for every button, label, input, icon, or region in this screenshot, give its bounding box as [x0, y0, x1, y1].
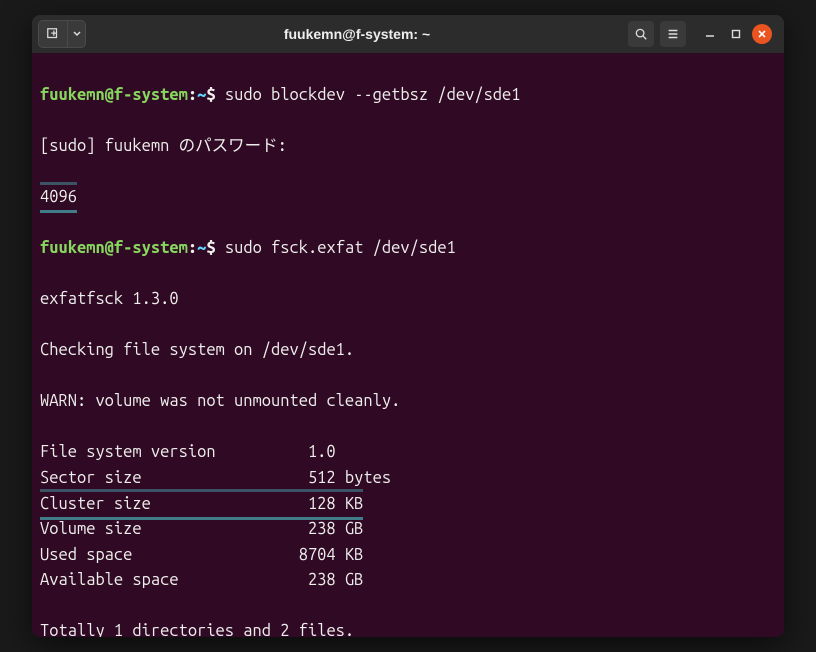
- titlebar-right-group: [628, 21, 778, 47]
- tab-dropdown-button[interactable]: [67, 21, 85, 47]
- fsck-row-value: 238: [271, 568, 336, 594]
- prompt-sigil: $: [206, 86, 215, 104]
- fsck-row: Volume size238 GB: [40, 517, 776, 543]
- titlebar-left-group: [38, 20, 86, 48]
- fsck-row-label: Used space: [40, 543, 271, 569]
- fsck-row: Available space238 GB: [40, 568, 776, 594]
- fsck-row-value: 512: [271, 466, 336, 492]
- terminal-content[interactable]: fuukemn@f-system:~$ sudo blockdev --getb…: [32, 53, 784, 637]
- titlebar: fuukemn@f-system: ~: [32, 15, 784, 53]
- fsck-row-unit: GB: [336, 571, 364, 589]
- fsck-row-label: File system version: [40, 440, 271, 466]
- prompt-path: ~: [197, 239, 206, 257]
- minimize-icon: [705, 29, 715, 39]
- fsck-row-unit: KB: [336, 495, 364, 513]
- fsck-stats: File system version1.0Sector size512 byt…: [40, 440, 776, 593]
- fsck-row: Cluster size128 KB: [40, 492, 363, 518]
- fsck-row-label: Cluster size: [40, 492, 271, 518]
- prompt-user: fuukemn@f-system: [40, 239, 188, 257]
- maximize-icon: [731, 29, 741, 39]
- fsck-row-label: Sector size: [40, 466, 271, 492]
- fsck-row-unit: KB: [336, 546, 364, 564]
- fsck-row-value: 1.0: [271, 440, 336, 466]
- fsck-checking: Checking file system on /dev/sde1.: [40, 338, 776, 364]
- hamburger-icon: [666, 27, 680, 41]
- command-1: sudo blockdev --getbsz /dev/sde1: [225, 86, 521, 104]
- fsck-row: File system version1.0: [40, 440, 776, 466]
- search-icon: [634, 27, 648, 41]
- terminal-window: fuukemn@f-system: ~: [32, 15, 784, 637]
- window-title: fuukemn@f-system: ~: [92, 26, 622, 42]
- prompt-line-1: fuukemn@f-system:~$ sudo blockdev --getb…: [40, 83, 776, 109]
- fsck-version: exfatfsck 1.3.0: [40, 287, 776, 313]
- new-tab-button[interactable]: [39, 21, 67, 47]
- fsck-row-value: 238: [271, 517, 336, 543]
- chevron-down-icon: [73, 30, 81, 38]
- prompt-colon: :: [188, 239, 197, 257]
- fsck-row-label: Volume size: [40, 517, 271, 543]
- close-icon: [757, 29, 767, 39]
- prompt-user: fuukemn@f-system: [40, 86, 188, 104]
- maximize-button[interactable]: [726, 24, 746, 44]
- prompt-line-2: fuukemn@f-system:~$ sudo fsck.exfat /dev…: [40, 236, 776, 262]
- fsck-row-unit: GB: [336, 520, 364, 538]
- fsck-warn: WARN: volume was not unmounted cleanly.: [40, 389, 776, 415]
- fsck-totals: Totally 1 directories and 2 files.: [40, 619, 776, 637]
- new-tab-icon: [46, 27, 60, 41]
- menu-button[interactable]: [660, 21, 686, 47]
- fsck-row-label: Available space: [40, 568, 271, 594]
- fsck-row-unit: bytes: [336, 469, 391, 487]
- blockdev-output: 4096: [40, 185, 776, 211]
- command-2: sudo fsck.exfat /dev/sde1: [225, 239, 456, 257]
- prompt-path: ~: [197, 86, 206, 104]
- highlighted-result: 4096: [40, 185, 77, 211]
- minimize-button[interactable]: [700, 24, 720, 44]
- sudo-password-line: [sudo] fuukemn のパスワード:: [40, 134, 776, 160]
- prompt-colon: :: [188, 86, 197, 104]
- fsck-row: Sector size512 bytes: [40, 466, 776, 492]
- fsck-row-value: 128: [271, 492, 336, 518]
- fsck-row: Used space8704 KB: [40, 543, 776, 569]
- close-button[interactable]: [752, 24, 772, 44]
- search-button[interactable]: [628, 21, 654, 47]
- prompt-sigil: $: [206, 239, 215, 257]
- tab-controls: [38, 20, 86, 48]
- fsck-row-value: 8704: [271, 543, 336, 569]
